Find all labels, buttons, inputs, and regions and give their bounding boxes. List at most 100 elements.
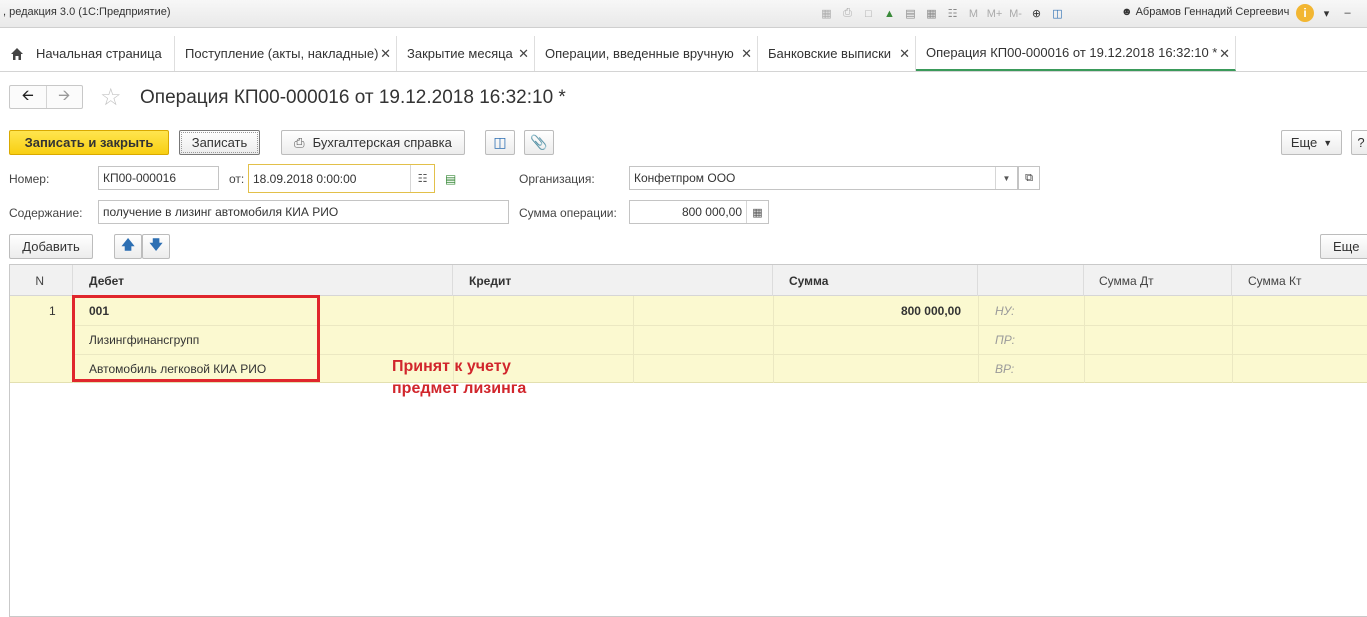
organization-field[interactable]: Конфетпром ООО ▼	[629, 166, 1018, 190]
tab-month-close[interactable]: Закрытие месяца ✕	[397, 36, 535, 71]
panels-icon[interactable]: ◫	[1049, 5, 1066, 22]
minimize-icon[interactable]: –	[1339, 5, 1356, 22]
chevron-down-icon: ▼	[1323, 137, 1333, 148]
annotation-line-2: предмет лизинга	[392, 380, 527, 397]
accounting-report-label: Бухгалтерская справка	[312, 135, 452, 150]
number-value: КП00-000016	[103, 171, 177, 185]
save-and-close-button[interactable]: Записать и закрыть	[9, 130, 169, 155]
operation-sum-label: Сумма операции:	[519, 206, 617, 220]
paperclip-icon: 📎	[530, 134, 548, 150]
calculator-icon[interactable]: ▦	[923, 5, 940, 22]
accounting-report-button[interactable]: ⎙ Бухгалтерская справка	[281, 130, 465, 155]
tab-operation[interactable]: Операция КП00-000016 от 19.12.2018 16:32…	[916, 36, 1236, 71]
column-header-debit[interactable]: Дебет	[73, 265, 453, 296]
column-header-tax-type[interactable]	[978, 265, 1084, 296]
tab-bar: Начальная страница Поступление (акты, на…	[0, 36, 1367, 72]
operation-sum-field[interactable]: 800 000,00 ▦	[629, 200, 769, 224]
structure-icon: ◫	[493, 134, 507, 150]
chevron-down-icon[interactable]: ▾	[1318, 5, 1335, 22]
zoom-icon[interactable]: ⊕	[1028, 5, 1045, 22]
row-sum[interactable]: 800 000,00	[833, 304, 961, 318]
tab-home[interactable]: Начальная страница	[0, 36, 175, 71]
help-button[interactable]: ?	[1351, 130, 1367, 155]
back-arrow-icon[interactable]: 🡨	[10, 86, 46, 108]
save-icon[interactable]: ▦	[818, 5, 835, 22]
tab-label: Поступление (акты, накладные)	[185, 46, 379, 61]
column-divider	[633, 296, 634, 383]
annotation-line-1: Принят к учету	[392, 358, 511, 375]
date-value: 18.09.2018 0:00:00	[253, 171, 357, 186]
user-name: Абрамов Геннадий Сергеевич	[1135, 6, 1290, 18]
titlebar-right: i ▾ –	[1296, 4, 1356, 22]
column-header-sum-dt[interactable]: Сумма Дт	[1084, 265, 1232, 296]
memory-minus-icon[interactable]: M-	[1007, 5, 1024, 22]
date-history-icon[interactable]: ▤	[445, 172, 456, 186]
annotation-text: Принят к учету предмет лизинга	[392, 356, 526, 400]
memory-m-icon[interactable]: M	[965, 5, 982, 22]
date-label: от:	[229, 172, 245, 186]
calendar-icon[interactable]: ☷	[410, 165, 434, 192]
arrow-up-icon: 🡅	[121, 236, 135, 252]
tab-receipts[interactable]: Поступление (акты, накладные) ✕	[175, 36, 397, 71]
more-label: Еще	[1290, 135, 1318, 150]
column-header-n[interactable]: N	[10, 265, 73, 296]
close-icon[interactable]: ✕	[899, 46, 910, 62]
home-icon	[11, 47, 23, 60]
info-icon[interactable]: i	[1296, 4, 1314, 22]
tab-label: Операции, введенные вручную	[545, 46, 734, 61]
tab-label: Закрытие месяца	[407, 46, 513, 61]
table-header: N Дебет Кредит Сумма Сумма Дт Сумма Кт	[10, 265, 1367, 296]
open-organization-button[interactable]: ⧉	[1018, 166, 1040, 190]
close-icon[interactable]: ✕	[518, 46, 529, 62]
move-up-button[interactable]: 🡅	[114, 234, 142, 259]
favorite-star-icon[interactable]: ☆	[100, 83, 122, 112]
forward-arrow-icon[interactable]: 🡪	[45, 86, 83, 108]
window-titlebar: , редакция 3.0 (1С:Предприятие) ▦ ⎙ □ ▲ …	[0, 0, 1367, 28]
preview-icon[interactable]: □	[860, 5, 877, 22]
move-down-button[interactable]: 🡇	[142, 234, 170, 259]
close-icon[interactable]: ✕	[380, 46, 391, 62]
arrow-down-icon: 🡇	[149, 236, 163, 252]
tab-bank-statements[interactable]: Банковские выписки ✕	[758, 36, 916, 71]
save-button[interactable]: Записать	[179, 130, 260, 155]
content-label: Содержание:	[9, 206, 83, 220]
structure-button[interactable]: ◫	[485, 130, 515, 155]
date-field[interactable]: 18.09.2018 0:00:00 ☷	[248, 164, 435, 193]
column-divider	[978, 296, 979, 383]
more-button[interactable]: Еще ▼	[1281, 130, 1342, 155]
column-header-sum[interactable]: Сумма	[773, 265, 978, 296]
dropdown-icon[interactable]: ▼	[995, 167, 1017, 189]
current-user[interactable]: ☻ Абрамов Геннадий Сергеевич	[1121, 6, 1289, 18]
tax-label-pr: ПР:	[995, 333, 1015, 347]
close-icon[interactable]: ✕	[1219, 46, 1230, 62]
operation-sum-value: 800 000,00	[681, 205, 742, 219]
document-icon[interactable]: ▤	[902, 5, 919, 22]
history-nav: 🡨 🡪	[9, 85, 83, 109]
add-row-button[interactable]: Добавить	[9, 234, 93, 259]
print-icon[interactable]: ⎙	[839, 5, 856, 22]
row-number: 1	[49, 304, 56, 318]
organization-label: Организация:	[519, 172, 595, 186]
column-header-credit[interactable]: Кредит	[453, 265, 773, 296]
attach-button[interactable]: 📎	[524, 130, 554, 155]
close-icon[interactable]: ✕	[741, 46, 752, 62]
printer-icon: ⎙	[294, 134, 305, 150]
content-field[interactable]: получение в лизинг автомобиля КИА РИО	[98, 200, 509, 224]
highlight-box	[72, 295, 320, 382]
calendar-icon[interactable]: ☷	[944, 5, 961, 22]
organization-value: Конфетпром ООО	[634, 171, 736, 185]
number-field[interactable]: КП00-000016	[98, 166, 219, 190]
column-header-sum-kt[interactable]: Сумма Кт	[1232, 265, 1367, 296]
memory-plus-icon[interactable]: M+	[986, 5, 1003, 22]
page-title: Операция КП00-000016 от 19.12.2018 16:32…	[140, 87, 566, 108]
tab-label: Операция КП00-000016 от 19.12.2018 16:32…	[926, 45, 1218, 60]
column-divider	[1232, 296, 1233, 383]
tab-manual-operations[interactable]: Операции, введенные вручную ✕	[535, 36, 758, 71]
calculator-icon[interactable]: ▦	[746, 201, 768, 223]
user-icon: ☻	[1121, 6, 1133, 18]
tab-label: Начальная страница	[36, 46, 162, 61]
tax-label-nu: НУ:	[995, 304, 1015, 318]
table-more-button[interactable]: Еще	[1320, 234, 1367, 259]
titlebar-toolbar: ▦ ⎙ □ ▲ ▤ ▦ ☷ M M+ M- ⊕ ◫	[818, 5, 1066, 22]
upload-icon[interactable]: ▲	[881, 5, 898, 22]
